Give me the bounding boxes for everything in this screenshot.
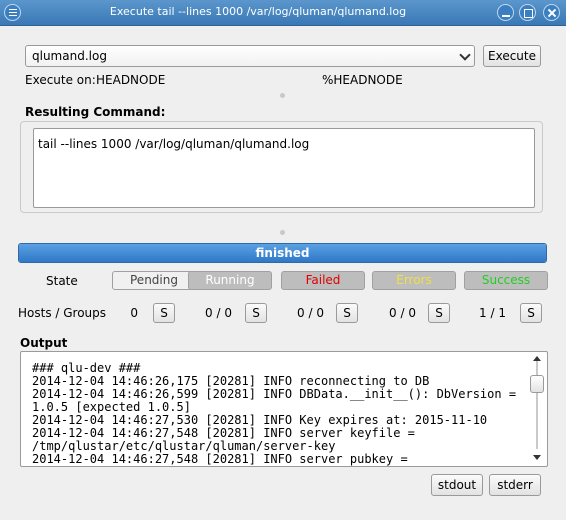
command-select[interactable]: qlumand.log <box>25 45 475 67</box>
splitter-handle[interactable] <box>280 230 285 235</box>
scroll-up-icon[interactable] <box>533 356 541 361</box>
splitter-handle[interactable] <box>280 93 285 98</box>
window-title: Execute tail --lines 1000 /var/log/qluma… <box>109 5 407 18</box>
close-icon[interactable] <box>543 4 560 21</box>
scroll-down-icon[interactable] <box>533 455 541 460</box>
scrollbar-thumb[interactable] <box>530 375 544 393</box>
stdout-button[interactable]: stdout <box>431 474 483 496</box>
count-running: 0 / 0 <box>205 306 232 320</box>
progress-text: finished <box>255 246 310 260</box>
count-failed: 0 / 0 <box>297 306 324 320</box>
execute-on-host: HEADNODE <box>96 73 166 87</box>
output-scrollbar[interactable] <box>529 355 545 463</box>
select-pending-button[interactable]: S <box>153 303 175 323</box>
state-success: Success <box>464 271 548 290</box>
state-failed: Failed <box>281 271 365 290</box>
execute-on-pattern: %HEADNODE <box>322 73 403 87</box>
hosts-groups-label: Hosts / Groups <box>18 306 107 320</box>
output-textarea[interactable]: ### qlu-dev ### 2014-12-04 14:46:26,175 [… <box>20 351 548 467</box>
select-failed-button[interactable]: S <box>336 303 358 323</box>
output-line: 2014-12-04 14:46:27,548 [20281] INFO ser… <box>32 452 408 466</box>
execute-button[interactable]: Execute <box>483 45 541 67</box>
chevron-down-icon <box>459 49 471 61</box>
progress-bar: finished <box>18 243 547 263</box>
stderr-button[interactable]: stderr <box>489 474 541 496</box>
minimize-icon[interactable] <box>497 4 514 21</box>
state-label: State <box>46 274 78 288</box>
output-label: Output <box>20 336 68 350</box>
resulting-command-group: tail --lines 1000 /var/log/qluman/qluman… <box>20 121 543 213</box>
state-running: Running <box>188 271 272 290</box>
menu-icon[interactable] <box>4 4 21 21</box>
select-success-button[interactable]: S <box>520 303 542 323</box>
select-errors-button[interactable]: S <box>428 303 450 323</box>
select-running-button[interactable]: S <box>245 303 267 323</box>
maximize-icon[interactable] <box>519 4 536 21</box>
command-select-value: qlumand.log <box>32 49 107 63</box>
count-pending: 0 <box>130 306 138 320</box>
state-pending: Pending <box>112 271 196 290</box>
execute-on-label: Execute on: <box>25 73 96 87</box>
count-success: 1 / 1 <box>479 306 506 320</box>
title-bar: Execute tail --lines 1000 /var/log/qluma… <box>0 0 566 26</box>
resulting-command-label: Resulting Command: <box>25 105 166 119</box>
count-errors: 0 / 0 <box>389 306 416 320</box>
output-lines: ### qlu-dev ### 2014-12-04 14:46:26,175 [… <box>32 362 522 466</box>
state-errors: Errors <box>372 271 456 290</box>
resulting-command-field[interactable]: tail --lines 1000 /var/log/qluman/qluman… <box>33 128 535 208</box>
